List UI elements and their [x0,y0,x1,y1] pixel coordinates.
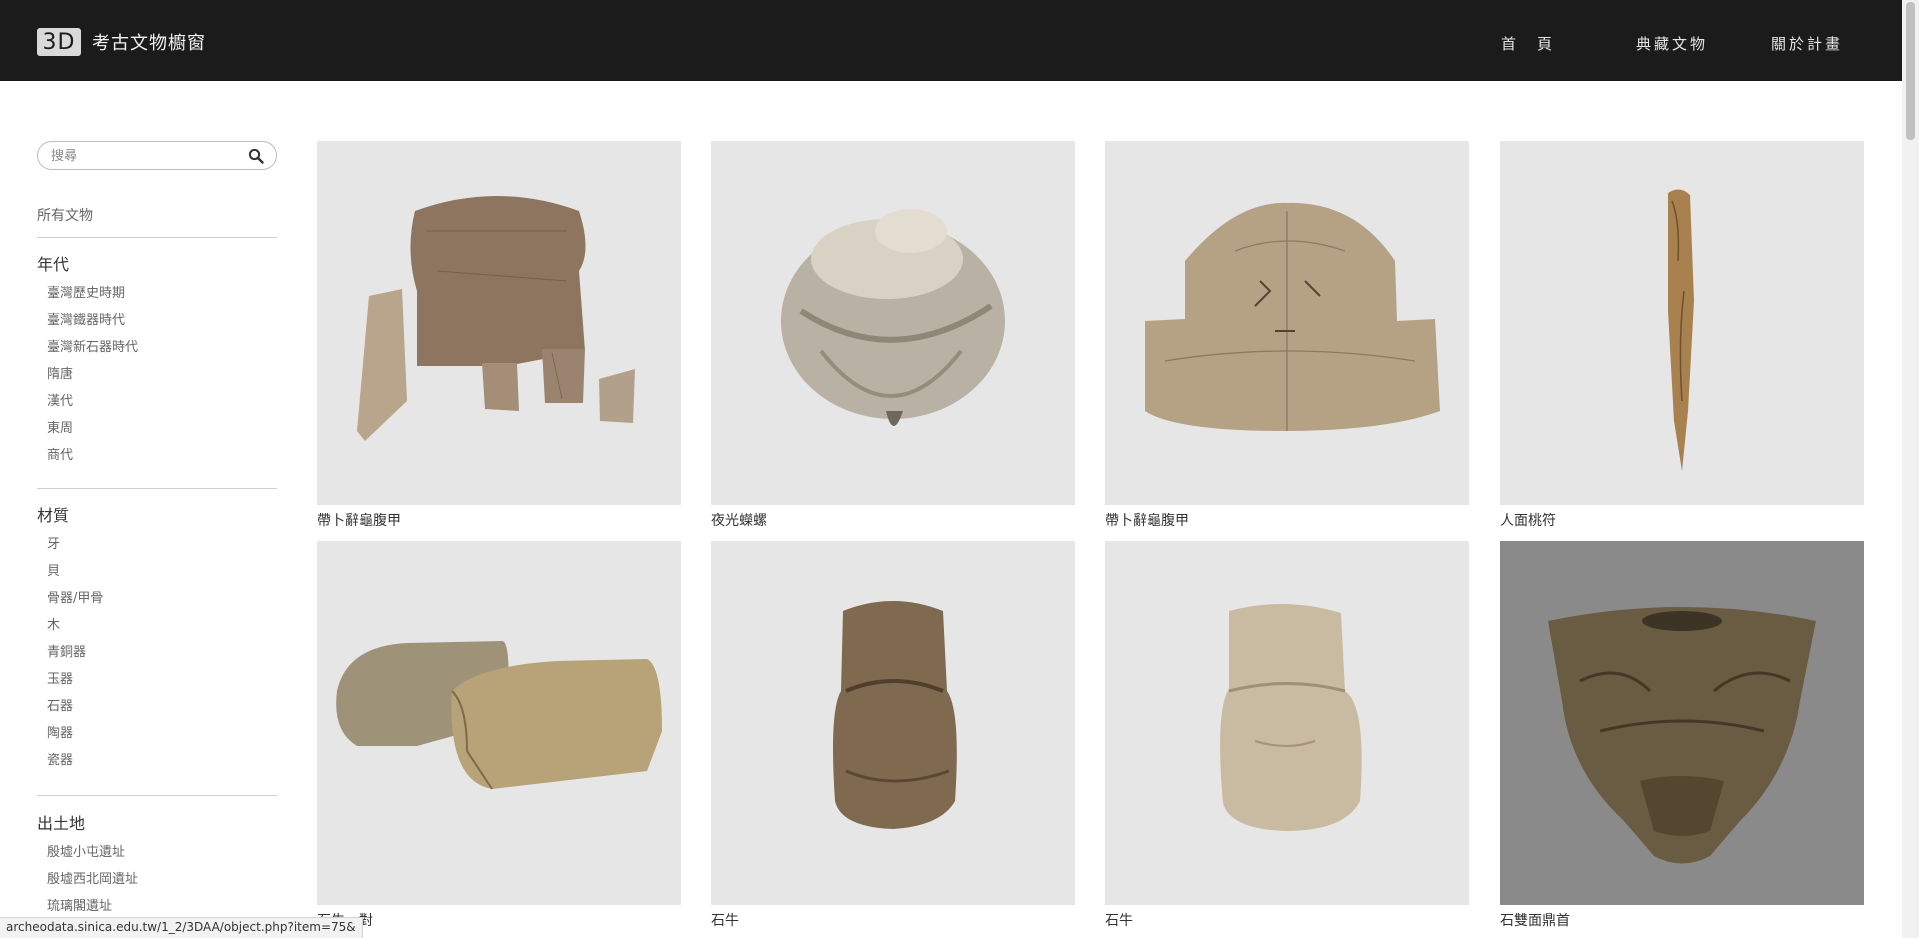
site-logo[interactable]: 3D 考古文物櫥窗 [37,28,206,56]
all-items-link[interactable]: 所有文物 [37,205,93,225]
material-item[interactable]: 玉器 [47,671,103,698]
artifact-image-stone-ox[interactable] [1105,541,1469,905]
nav-about[interactable]: 關於計畫 [1771,33,1843,54]
artifact-card[interactable]: 石雙面鼎首 [1500,541,1864,930]
search-icon[interactable] [248,148,264,164]
site-item[interactable]: 殷墟小屯遺址 [47,844,138,871]
artifact-card[interactable]: 夜光蠑螺 [711,141,1075,530]
material-item[interactable]: 貝 [47,563,103,590]
artifact-image-stone-oxen-pair[interactable] [317,541,681,905]
site-item[interactable]: 殷墟西北岡遺址 [47,871,138,898]
top-navbar: 3D 考古文物櫥窗 首 頁 典藏文物 關於計畫 [0,0,1902,81]
category-title-site: 出土地 [37,814,86,833]
site-list: 殷墟小屯遺址 殷墟西北岡遺址 琉璃閣遺址 [47,844,138,925]
material-list: 牙 貝 骨器/甲骨 木 青銅器 玉器 石器 陶器 瓷器 [47,536,103,779]
era-item[interactable]: 臺灣歷史時期 [47,285,138,312]
material-item[interactable]: 骨器/甲骨 [47,590,103,617]
artifact-card[interactable]: 帶卜辭龜腹甲 [1105,141,1469,530]
artifact-card[interactable]: 帶卜辭龜腹甲 [317,141,681,530]
sidebar-divider [37,237,277,238]
era-item[interactable]: 臺灣新石器時代 [47,339,138,366]
artifact-image-turtle-plastron[interactable] [317,141,681,505]
artifact-image-ding-finial[interactable] [1500,541,1864,905]
artifact-card[interactable]: 石牛一對 [317,541,681,930]
era-item[interactable]: 隋唐 [47,366,138,393]
era-item[interactable]: 商代 [47,447,138,474]
logo-badge: 3D [37,28,81,56]
artifact-card[interactable]: 人面桃符 [1500,141,1864,530]
artifact-image-turban-shell[interactable] [711,141,1075,505]
material-item[interactable]: 瓷器 [47,752,103,779]
artifact-caption[interactable]: 石牛 [711,910,1075,930]
era-item[interactable]: 漢代 [47,393,138,420]
material-item[interactable]: 木 [47,617,103,644]
artifact-caption[interactable]: 石牛 [1105,910,1469,930]
material-item[interactable]: 青銅器 [47,644,103,671]
era-item[interactable]: 東周 [47,420,138,447]
artifact-caption[interactable]: 夜光蠑螺 [711,510,1075,530]
material-item[interactable]: 陶器 [47,725,103,752]
artifact-image-peach-charm[interactable] [1500,141,1864,505]
site-title: 考古文物櫥窗 [92,33,206,54]
sidebar-divider [37,795,277,796]
material-item[interactable]: 牙 [47,536,103,563]
artifact-caption[interactable]: 人面桃符 [1500,510,1864,530]
artifact-card[interactable]: 石牛 [711,541,1075,930]
page-scrollbar[interactable] [1902,0,1919,938]
artifact-caption[interactable]: 帶卜辭龜腹甲 [1105,510,1469,530]
scrollbar-thumb[interactable] [1906,2,1915,140]
category-title-era: 年代 [37,255,70,274]
artifact-image-turtle-plastron[interactable] [1105,141,1469,505]
nav-home[interactable]: 首 頁 [1501,33,1555,54]
artifact-card[interactable]: 石牛 [1105,541,1469,930]
category-title-material: 材質 [37,506,70,525]
sidebar-divider [37,488,277,489]
search-input[interactable] [51,147,241,165]
browser-status-url: archeodata.sinica.edu.tw/1_2/3DAA/object… [0,917,363,938]
artifact-caption[interactable]: 石雙面鼎首 [1500,910,1864,930]
material-item[interactable]: 石器 [47,698,103,725]
artifact-caption[interactable]: 帶卜辭龜腹甲 [317,510,681,530]
artifact-image-stone-ox[interactable] [711,541,1075,905]
nav-collection[interactable]: 典藏文物 [1636,33,1708,54]
search-box [37,141,277,170]
era-item[interactable]: 臺灣鐵器時代 [47,312,138,339]
era-list: 臺灣歷史時期 臺灣鐵器時代 臺灣新石器時代 隋唐 漢代 東周 商代 [47,285,138,474]
artifact-caption[interactable]: 石牛一對 [317,910,681,930]
